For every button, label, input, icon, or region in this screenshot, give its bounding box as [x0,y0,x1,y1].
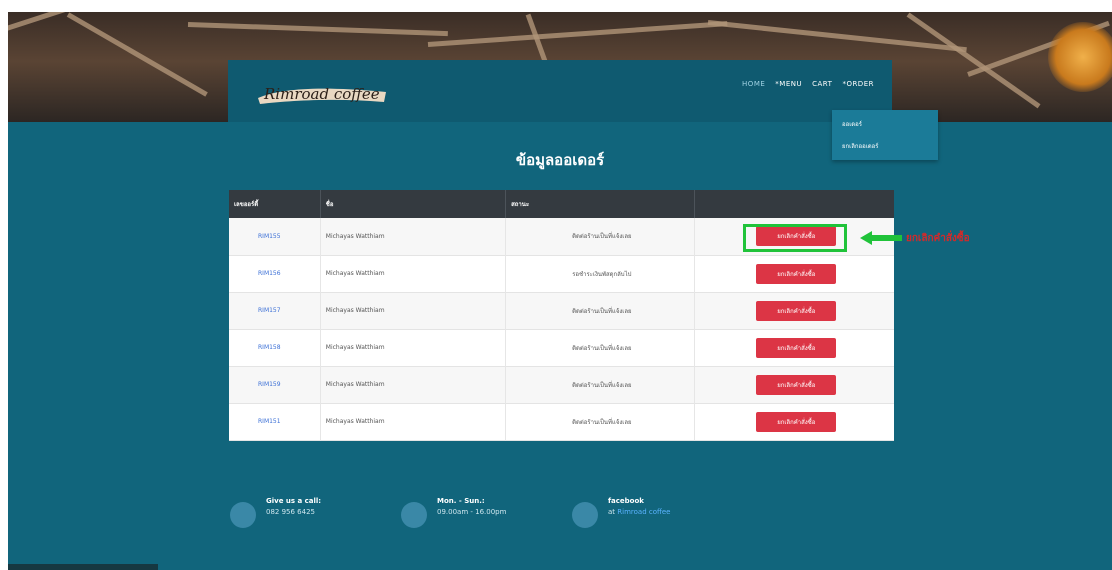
phone-icon [230,502,256,528]
facebook-icon [572,502,598,528]
table-row: RIM159 Michayas Watthiam ติดต่อร้านเป็นท… [229,366,894,403]
footer-facebook: facebook at Rimroad coffee [572,497,670,528]
header-order-id: เลขออร์ดี้ [229,190,321,218]
logo[interactable]: Rimroad coffee [252,74,392,108]
nav-order[interactable]: *ORDER [842,80,874,88]
nav-links: HOME *MENU CART *ORDER [742,80,874,88]
bottom-scrollbar[interactable] [8,564,158,570]
annotation-label: ยกเลิกคำสั่งซื้อ [906,233,970,244]
footer-hours-time: 09.00am - 16.00pm [437,508,507,516]
page: Rimroad coffee HOME *MENU CART *ORDER ออ… [8,12,1112,570]
navbar: Rimroad coffee HOME *MENU CART *ORDER [228,60,892,122]
order-status: ติดต่อร้านเป็นที่แจ้งเลย [505,403,695,440]
footer-call-number: 082 956 6425 [266,508,315,516]
table-row: RIM158 Michayas Watthiam ติดต่อร้านเป็นท… [229,329,894,366]
header-action [694,190,894,218]
order-status: ติดต่อร้านเป็นที่แจ้งเลย [505,366,695,403]
customer-name: Michayas Watthiam [320,329,507,366]
footer-at-text: at [608,508,616,516]
customer-name: Michayas Watthiam [320,366,507,403]
cancel-order-button[interactable]: ยกเลิกคำสั่งซื้อ [756,374,837,395]
order-status: รอชำระเงินพัสดุกลับไป [505,255,695,292]
order-status: ติดต่อร้านเป็นที่แจ้งเลย [505,218,695,255]
footer-call-title: Give us a call: [266,497,322,505]
footer-call: Give us a call: 082 956 6425 [230,497,321,528]
footer-hours: Mon. - Sun.: 09.00am - 16.00pm [401,497,506,528]
header-status: สถานะ [505,190,695,218]
order-id-link[interactable]: RIM159 [234,381,281,388]
customer-name: Michayas Watthiam [320,403,507,440]
footer: Give us a call: 082 956 6425 Mon. - Sun.… [8,497,1112,557]
table-row: RIM151 Michayas Watthiam ติดต่อร้านเป็นท… [229,403,894,440]
clock-icon [401,502,427,528]
cancel-order-button[interactable]: ยกเลิกคำสั่งซื้อ [756,337,837,358]
cancel-order-button[interactable]: ยกเลิกคำสั่งซื้อ [756,300,837,321]
page-title: ข้อมูลออเดอร์ [515,151,605,169]
header-name: ชื่อ [320,190,507,218]
nav-home[interactable]: HOME [742,80,765,88]
footer-facebook-sub: at Rimroad coffee [608,508,670,516]
logo-text: Rimroad coffee [263,85,380,103]
table-row: RIM156 Michayas Watthiam รอชำระเงินพัสดุ… [229,255,894,292]
cancel-order-button[interactable]: ยกเลิกคำสั่งซื้อ [756,411,837,432]
order-id-link[interactable]: RIM156 [234,270,281,277]
cancel-order-button[interactable]: ยกเลิกคำสั่งซื้อ [756,263,837,284]
customer-name: Michayas Watthiam [320,255,507,292]
table-header-row: เลขออร์ดี้ ชื่อ สถานะ [229,190,894,218]
dropdown-item-orders[interactable]: ออเดอร์ [832,110,938,136]
arrow-left-icon [860,231,902,245]
order-id-link[interactable]: RIM151 [234,418,281,425]
nav-cart[interactable]: CART [812,80,832,88]
order-id-link[interactable]: RIM155 [234,233,281,240]
customer-name: Michayas Watthiam [320,218,507,255]
nav-menu[interactable]: *MENU [775,80,802,88]
order-status: ติดต่อร้านเป็นที่แจ้งเลย [505,292,695,329]
customer-name: Michayas Watthiam [320,292,507,329]
order-id-link[interactable]: RIM157 [234,307,281,314]
footer-hours-title: Mon. - Sun.: [437,497,485,505]
order-id-link[interactable]: RIM158 [234,344,281,351]
facebook-link[interactable]: Rimroad coffee [617,508,670,516]
order-status: ติดต่อร้านเป็นที่แจ้งเลย [505,329,695,366]
footer-facebook-title: facebook [608,497,644,505]
table-row: RIM157 Michayas Watthiam ติดต่อร้านเป็นท… [229,292,894,329]
highlight-box [743,224,847,252]
